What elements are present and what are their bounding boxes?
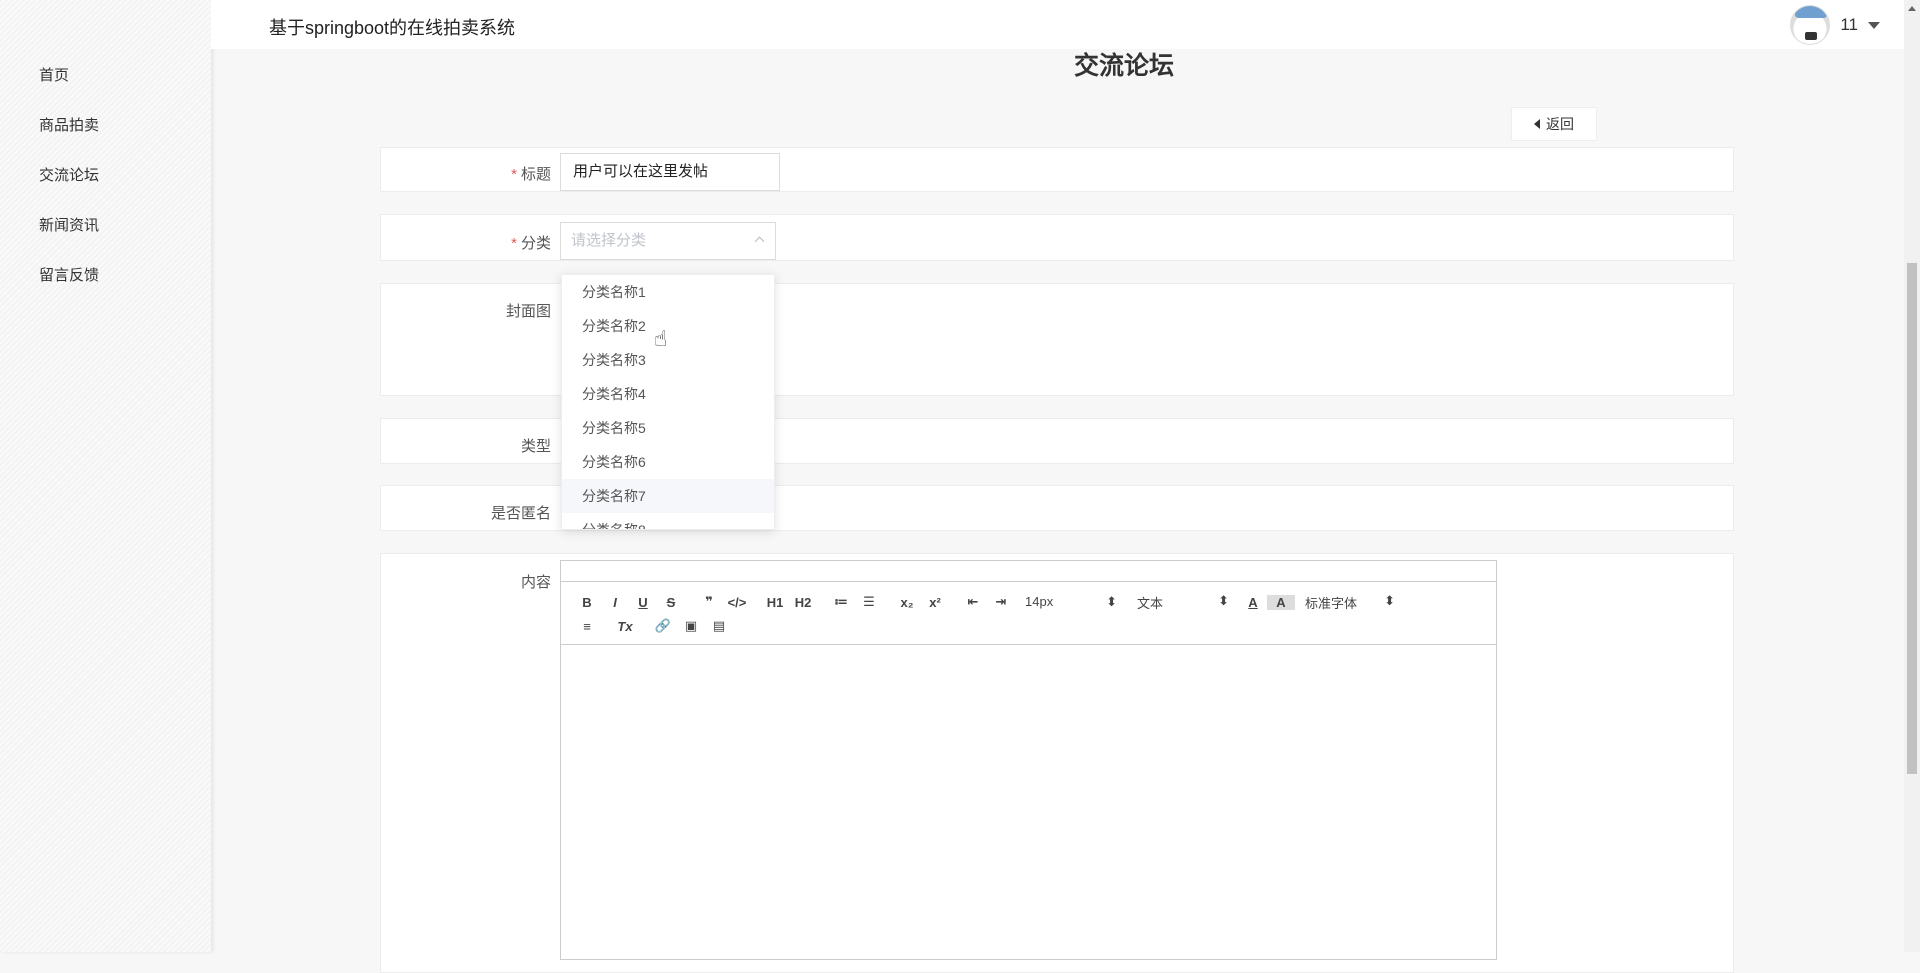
- scrollbar-thumb[interactable]: [1907, 263, 1917, 774]
- font-size-select[interactable]: 14px ⬍: [1015, 594, 1127, 610]
- category-placeholder: 请选择分类: [571, 232, 647, 249]
- h1-button[interactable]: H1: [761, 595, 789, 610]
- sidebar-item-news[interactable]: 新闻资讯: [39, 214, 99, 235]
- h2-button[interactable]: H2: [789, 595, 817, 610]
- background-color-icon[interactable]: A: [1267, 594, 1295, 610]
- sort-icon: ⬍: [1384, 592, 1395, 608]
- anonymous-label: 是否匿名: [490, 505, 551, 522]
- category-label: * 分类: [511, 232, 551, 253]
- content-label: 内容: [520, 574, 551, 591]
- sidebar-item-feedback[interactable]: 留言反馈: [39, 264, 99, 285]
- scroll-up-icon[interactable]: [1908, 6, 1916, 11]
- type-label: 类型: [520, 438, 551, 455]
- font-family-value: 标准字体: [1305, 595, 1358, 611]
- clear-format-icon[interactable]: Tx: [611, 619, 639, 634]
- superscript-button[interactable]: x²: [921, 595, 949, 610]
- header: 基于springboot的在线拍卖系统 11: [211, 0, 1904, 49]
- cover-label: 封面图: [505, 303, 551, 320]
- bold-button[interactable]: B: [573, 595, 601, 610]
- back-button[interactable]: 返回: [1511, 107, 1597, 141]
- required-mark: *: [511, 235, 517, 252]
- category-option[interactable]: 分类名称6: [562, 445, 774, 479]
- sort-icon: ⬍: [1106, 594, 1117, 609]
- underline-button[interactable]: U: [629, 595, 657, 610]
- user-name: 11: [1840, 15, 1858, 34]
- caret-down-icon: [1868, 21, 1880, 29]
- strike-button[interactable]: S: [657, 595, 685, 610]
- image-icon[interactable]: ▣: [677, 618, 705, 634]
- sort-icon: ⬍: [1218, 592, 1229, 608]
- title-label-text: 标题: [520, 166, 551, 183]
- back-label: 返回: [1546, 116, 1574, 132]
- blockquote-button[interactable]: ❞: [695, 594, 723, 610]
- sidebar-item-auction[interactable]: 商品拍卖: [39, 114, 99, 135]
- category-option[interactable]: 分类名称8: [562, 513, 774, 529]
- video-icon[interactable]: ▤: [705, 618, 733, 634]
- italic-button[interactable]: I: [601, 595, 629, 610]
- sidebar: 首页 商品拍卖 交流论坛 新闻资讯 留言反馈: [0, 0, 211, 952]
- header-value: 文本: [1137, 595, 1164, 611]
- sidebar-item-home[interactable]: 首页: [39, 64, 69, 85]
- sidebar-item-forum[interactable]: 交流论坛: [39, 164, 99, 185]
- hand-cursor-icon: ☝: [654, 326, 668, 351]
- header-select[interactable]: 文本 ⬍: [1127, 593, 1239, 612]
- rich-text-editor: B I U S ❞ </> H1 H2 ≔ ☰ x₂ x² ⇤ ⇥ 14px ⬍ …: [560, 560, 1497, 960]
- category-option[interactable]: 分类名称4: [562, 377, 774, 411]
- title-input[interactable]: 用户可以在这里发帖: [560, 153, 780, 191]
- caret-left-icon: [1534, 119, 1540, 129]
- category-select[interactable]: 请选择分类: [560, 222, 776, 260]
- required-mark: *: [511, 166, 517, 183]
- font-family-select[interactable]: 标准字体 ⬍: [1295, 593, 1405, 612]
- ordered-list-button[interactable]: ≔: [827, 594, 855, 610]
- title-label: * 标题: [511, 163, 551, 184]
- app-title: 基于springboot的在线拍卖系统: [269, 18, 516, 38]
- avatar: [1790, 5, 1831, 45]
- category-dropdown: 分类名称1 分类名称2 分类名称3 分类名称4 分类名称5 分类名称6 分类名称…: [561, 274, 775, 530]
- scrollbar[interactable]: [1904, 0, 1920, 952]
- bullet-list-button[interactable]: ☰: [855, 594, 883, 610]
- outdent-button[interactable]: ⇤: [959, 594, 987, 610]
- indent-button[interactable]: ⇥: [987, 594, 1015, 610]
- code-button[interactable]: </>: [723, 595, 751, 610]
- user-menu[interactable]: 11: [1790, 5, 1880, 45]
- chevron-up-icon: [754, 236, 765, 247]
- category-label-text: 分类: [520, 235, 551, 252]
- align-icon[interactable]: ≡: [573, 619, 601, 634]
- text-color-icon[interactable]: A: [1239, 595, 1267, 610]
- link-icon[interactable]: 🔗: [649, 618, 677, 634]
- category-option[interactable]: 分类名称1: [562, 275, 774, 309]
- page-title: 交流论坛: [1073, 52, 1174, 80]
- category-option[interactable]: 分类名称2: [562, 309, 774, 343]
- category-option[interactable]: 分类名称5: [562, 411, 774, 445]
- subscript-button[interactable]: x₂: [893, 595, 921, 610]
- font-size-value: 14px: [1025, 594, 1054, 609]
- editor-toolbar: B I U S ❞ </> H1 H2 ≔ ☰ x₂ x² ⇤ ⇥ 14px ⬍ …: [561, 581, 1496, 645]
- category-option[interactable]: 分类名称7: [562, 479, 774, 513]
- category-option[interactable]: 分类名称3: [562, 343, 774, 377]
